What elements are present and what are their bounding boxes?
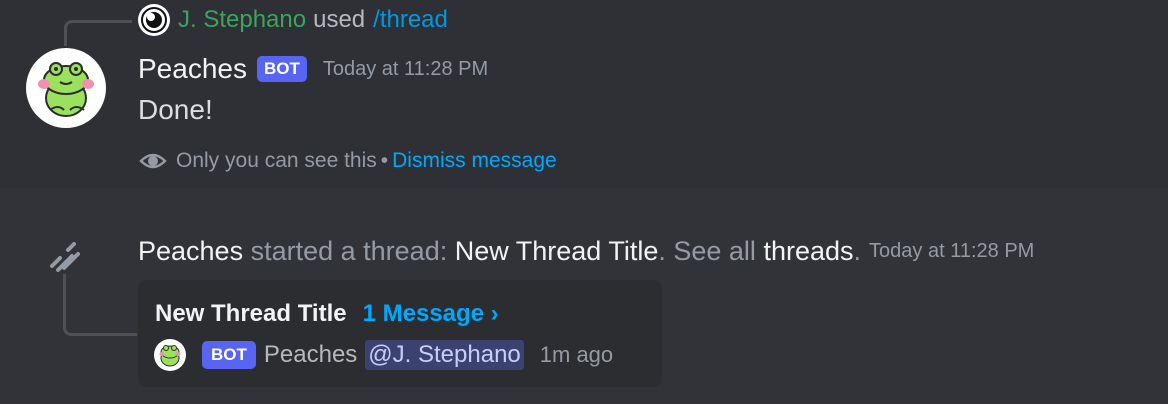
reply-username[interactable]: J. Stephano xyxy=(178,6,306,34)
message-content: Done! xyxy=(138,94,213,125)
system-period-2: . xyxy=(853,235,862,266)
eye-icon xyxy=(139,153,167,169)
system-thread-name[interactable]: New Thread Title xyxy=(455,236,659,267)
thread-card-title[interactable]: New Thread Title xyxy=(155,300,347,328)
ephemeral-notice: Only you can see this • Dismiss message xyxy=(138,146,557,176)
thread-preview: BOT Peaches @J. Stephano 1m ago xyxy=(154,338,613,372)
reply-used-text: used xyxy=(313,6,366,33)
message-timestamp: Today at 11:28 PM xyxy=(322,57,489,80)
ephemeral-separator: • xyxy=(380,149,389,172)
thread-message-count-link[interactable]: 1 Message › xyxy=(363,300,499,328)
thread-connector xyxy=(63,274,137,336)
thread-preview-author: Peaches xyxy=(263,341,358,368)
bot-badge: BOT xyxy=(256,56,307,82)
user-mention[interactable]: @J. Stephano xyxy=(365,340,524,370)
system-period-1: . xyxy=(658,235,666,266)
thread-preview-time: 1m ago xyxy=(539,342,614,367)
reply-connector xyxy=(64,20,132,46)
message-username[interactable]: Peaches xyxy=(138,53,247,85)
reply-command[interactable]: /thread xyxy=(373,6,448,34)
system-actor[interactable]: Peaches xyxy=(138,236,243,267)
thread-card[interactable]: New Thread Title 1 Message › BOT Peaches… xyxy=(138,280,662,387)
system-threads-link[interactable]: threads xyxy=(763,236,853,267)
reply-avatar-icon[interactable] xyxy=(138,4,170,36)
system-see-all: See all xyxy=(673,235,756,266)
command-reply-header: J. Stephano used /thread xyxy=(138,4,448,36)
system-action: started a thread: xyxy=(250,235,448,266)
thread-started-line: Peaches started a thread: New Thread Tit… xyxy=(138,232,1034,270)
dismiss-message-link[interactable]: Dismiss message xyxy=(392,149,557,173)
bot-message: J. Stephano used /thread Peaches BOT Tod… xyxy=(0,0,1168,188)
system-timestamp: Today at 11:28 PM xyxy=(869,239,1035,262)
frog-avatar-icon[interactable] xyxy=(26,48,106,128)
thread-bot-badge: BOT xyxy=(202,341,256,369)
frog-avatar-small-icon xyxy=(154,339,186,371)
message-header: Peaches BOT Today at 11:28 PM xyxy=(138,50,488,88)
thread-card-header: New Thread Title 1 Message › xyxy=(155,298,499,330)
ephemeral-text: Only you can see this xyxy=(176,149,377,172)
thread-icon xyxy=(50,242,80,272)
